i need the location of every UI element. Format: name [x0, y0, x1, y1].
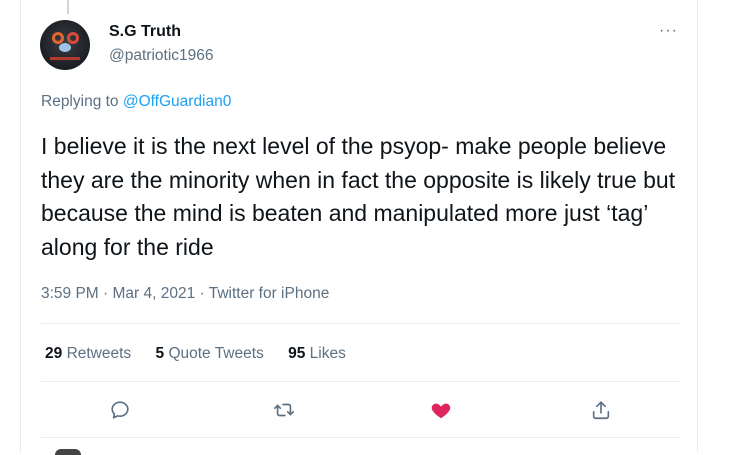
quotes-label: Quote Tweets	[168, 345, 264, 362]
likes-count: 95	[288, 345, 306, 362]
retweets-stat[interactable]: 29 Retweets	[45, 345, 131, 362]
avatar[interactable]	[40, 20, 90, 70]
next-reply-avatar[interactable]	[55, 449, 81, 455]
divider	[41, 437, 681, 438]
share-icon	[592, 401, 610, 420]
likes-stat[interactable]: 95 Likes	[288, 345, 346, 362]
more-options-icon[interactable]: ···	[659, 22, 678, 40]
divider	[41, 381, 681, 382]
reply-mention-link[interactable]: @OffGuardian0	[123, 93, 232, 110]
quotes-stat[interactable]: 5 Quote Tweets	[156, 345, 264, 362]
tweet-card: S.G Truth @patriotic1966 ··· Replying to…	[20, 0, 698, 455]
share-button[interactable]	[588, 397, 614, 423]
retweets-count: 29	[45, 345, 63, 362]
retweet-button[interactable]	[271, 397, 297, 423]
like-button[interactable]	[428, 397, 454, 423]
replying-to: Replying to @OffGuardian0	[41, 93, 231, 111]
avatar-band	[50, 57, 80, 60]
retweet-icon	[274, 403, 294, 417]
quotes-count: 5	[155, 345, 165, 362]
tweet-text: I believe it is the next level of the ps…	[41, 133, 676, 260]
user-handle[interactable]: @patriotic1966	[109, 47, 214, 65]
avatar-nose	[59, 43, 71, 52]
heart-icon	[431, 403, 451, 419]
reply-icon	[111, 401, 129, 419]
thread-line	[67, 0, 69, 14]
display-name[interactable]: S.G Truth	[109, 23, 181, 41]
engagement-stats: 29 Retweets 5 Quote Tweets 95 Likes	[45, 345, 366, 363]
avatar-eye-right	[67, 32, 79, 44]
reply-button[interactable]	[107, 397, 133, 423]
replying-to-label: Replying to	[41, 93, 123, 110]
tweet-meta[interactable]: 3:59 PM · Mar 4, 2021 · Twitter for iPho…	[41, 285, 329, 303]
likes-label: Likes	[309, 345, 346, 362]
divider	[41, 323, 681, 324]
avatar-eye-left	[52, 32, 64, 44]
retweets-label: Retweets	[66, 345, 132, 362]
